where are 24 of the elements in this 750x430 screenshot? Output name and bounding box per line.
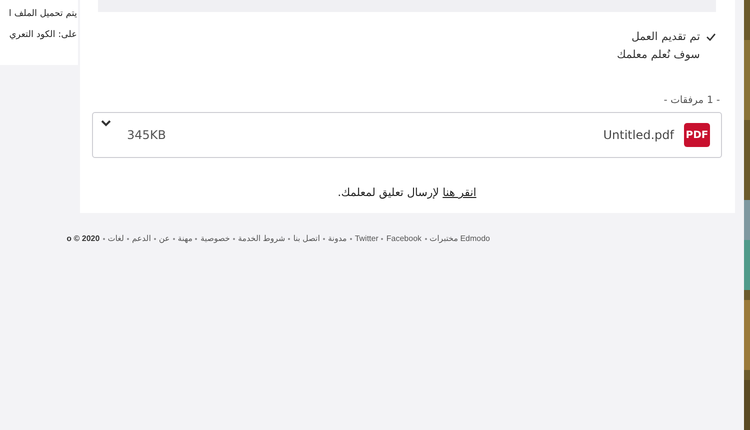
footer-link[interactable]: خصوصية	[200, 234, 230, 243]
footer-link[interactable]: شروط الخدمة	[238, 234, 286, 243]
footer-link[interactable]: Edmodo مختبرات	[430, 234, 490, 243]
footer-link[interactable]: Twitter	[354, 234, 378, 243]
pdf-icon: PDF	[684, 123, 710, 147]
attachment-card[interactable]: 345KB Untitled.pdf PDF	[92, 112, 722, 158]
panel-text: يتم تحميل الملف ا	[8, 8, 78, 21]
attachments-label: - 1 مرفقات -	[664, 95, 720, 106]
file-size: 345KB	[127, 128, 166, 142]
panel-text: على: الكود التعري	[9, 29, 78, 42]
status-note: سوف نُعلم معلمك	[616, 48, 700, 61]
footer-link[interactable]: الدعم	[132, 234, 151, 243]
footer-link[interactable]: مهنة	[178, 234, 192, 243]
footer-link[interactable]: اتصل بنا	[293, 234, 320, 243]
footer-link[interactable]: لغات	[108, 234, 124, 243]
copyright-text: o © 2020	[66, 234, 100, 243]
footer-link[interactable]: عن	[158, 234, 170, 243]
status-text: تم تقديم العمل	[631, 30, 700, 43]
footer-link[interactable]: Facebook	[386, 234, 422, 243]
footer-link[interactable]: مدونة	[328, 234, 347, 243]
comment-link[interactable]: انقر هنا	[442, 186, 476, 199]
file-name: Untitled.pdf	[603, 128, 674, 142]
comment-prompt: انقر هنا لإرسال تعليق لمعلمك.	[338, 186, 476, 199]
chevron-down-icon[interactable]	[101, 120, 111, 127]
